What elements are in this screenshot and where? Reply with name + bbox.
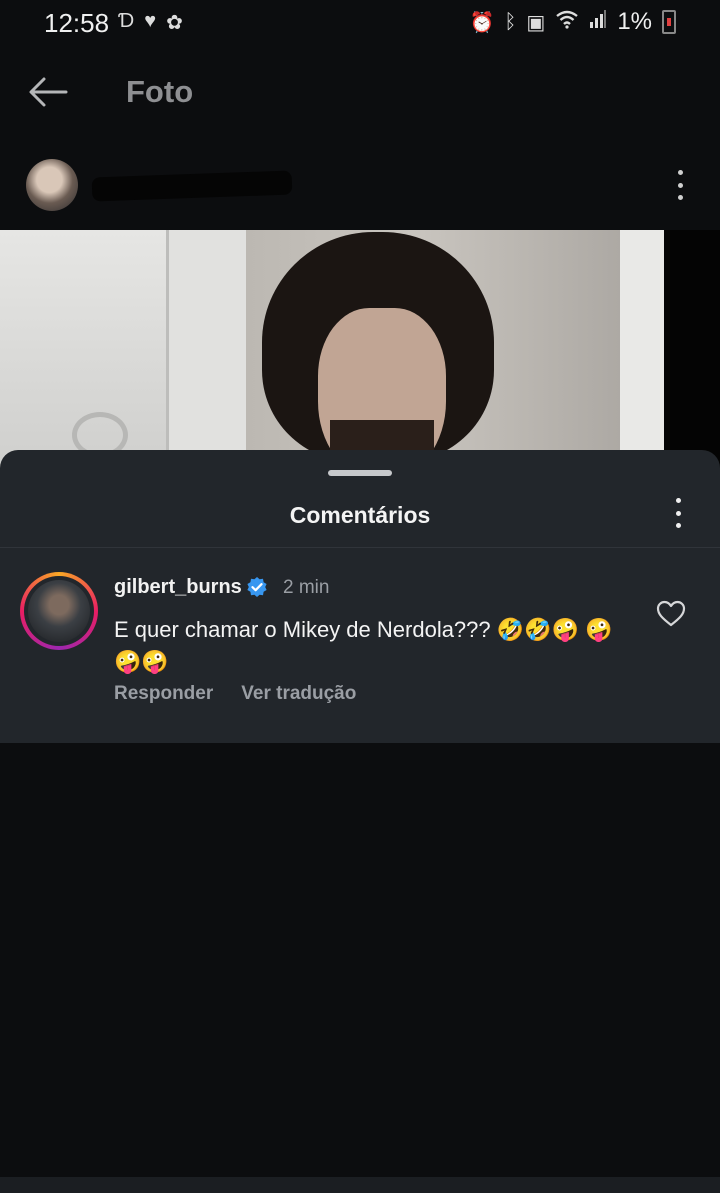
more-vertical-icon bbox=[677, 170, 683, 175]
comments-sheet: Comentários gilbert_burns 2 min E quer c… bbox=[0, 450, 720, 1193]
author-avatar[interactable] bbox=[26, 159, 78, 211]
flower-icon: ✿ bbox=[166, 12, 183, 34]
battery-icon bbox=[662, 10, 676, 34]
signal-icon bbox=[589, 10, 607, 34]
system-icons: ⏰ ᛒ ▣ 1% bbox=[469, 8, 676, 36]
like-comment-button[interactable] bbox=[656, 600, 686, 628]
sheet-title: Comentários bbox=[289, 502, 431, 528]
post-photo[interactable] bbox=[0, 230, 664, 470]
commenter-avatar[interactable] bbox=[20, 572, 98, 650]
wifi-icon bbox=[555, 9, 579, 35]
see-translation-button[interactable]: Ver tradução bbox=[241, 683, 356, 705]
more-vertical-icon bbox=[675, 498, 681, 503]
comment-text: E quer chamar o Mikey de Nerdola??? 🤣🤣🤪 … bbox=[114, 617, 613, 674]
redacted-username bbox=[91, 170, 293, 202]
battery-saver-icon: ▣ bbox=[526, 11, 546, 34]
alarm-icon: ⏰ bbox=[469, 11, 495, 34]
page-title: Foto bbox=[126, 74, 194, 109]
arrow-left-icon bbox=[29, 77, 68, 107]
comment-time: 2 min bbox=[283, 577, 330, 598]
comment-item: gilbert_burns 2 min E quer chamar o Mike… bbox=[0, 550, 720, 730]
status-time: 12:58 bbox=[44, 8, 110, 38]
bluetooth-icon: ᛒ bbox=[504, 10, 517, 33]
sheet-drag-handle[interactable] bbox=[328, 470, 392, 476]
heart-icon: ♥ bbox=[144, 10, 157, 32]
heart-outline-icon bbox=[656, 600, 686, 627]
divider bbox=[0, 547, 720, 548]
app-header: Foto bbox=[0, 58, 720, 128]
comment-actions: Responder Ver tradução bbox=[114, 683, 356, 705]
comment-username[interactable]: gilbert_burns bbox=[114, 576, 242, 599]
reply-button[interactable]: Responder bbox=[114, 683, 213, 705]
sheet-options-button[interactable] bbox=[670, 498, 686, 528]
disney-icon: Ɗ bbox=[118, 10, 135, 32]
post-author-row bbox=[0, 150, 720, 222]
battery-percent: 1% bbox=[617, 8, 652, 35]
status-bar: 12:58 Ɗ ♥ ✿ ⏰ ᛒ ▣ 1% bbox=[0, 0, 720, 46]
post-options-button[interactable] bbox=[672, 170, 688, 200]
notification-icons: Ɗ ♥ ✿ bbox=[118, 10, 183, 35]
verified-badge-icon bbox=[247, 577, 267, 597]
back-button[interactable] bbox=[26, 72, 70, 112]
